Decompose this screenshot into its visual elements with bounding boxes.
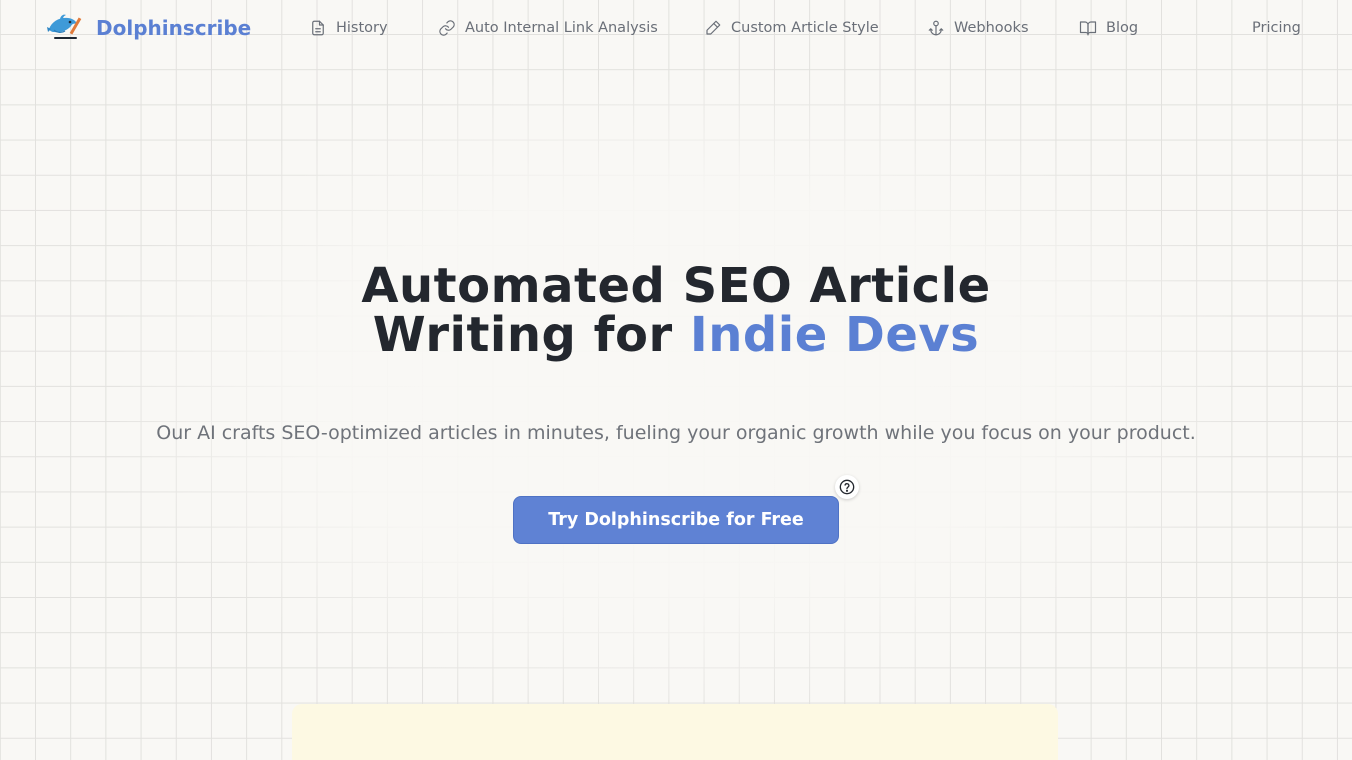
feature-highlight-card bbox=[292, 704, 1058, 760]
hero-background-glow bbox=[120, 80, 1230, 700]
nav-link-label: Auto Internal Link Analysis bbox=[465, 20, 658, 36]
document-icon bbox=[312, 20, 324, 36]
help-button[interactable] bbox=[835, 475, 859, 499]
try-free-button[interactable]: Try Dolphinscribe for Free bbox=[513, 496, 839, 544]
nav-link-history[interactable]: History bbox=[309, 16, 388, 40]
nav-link-label: Webhooks bbox=[954, 20, 1029, 36]
hero-title-line-1: Automated SEO Article bbox=[361, 258, 991, 314]
nav-link-custom-article-style[interactable]: Custom Article Style bbox=[704, 16, 879, 40]
nav-link-blog[interactable]: Blog bbox=[1079, 16, 1138, 40]
question-circle-icon bbox=[839, 479, 855, 495]
brand-name: Dolphinscribe bbox=[96, 16, 252, 40]
nav-link-label: Blog bbox=[1106, 20, 1139, 36]
hero-title-accent: Indie Devs bbox=[689, 307, 980, 363]
pen-icon bbox=[706, 20, 721, 35]
nav-link-pricing[interactable]: Pricing bbox=[1252, 16, 1301, 40]
top-navigation: Dolphinscribe History Auto Internal Link… bbox=[0, 0, 1352, 56]
webhook-icon bbox=[928, 20, 944, 36]
nav-link-auto-internal-link-analysis[interactable]: Auto Internal Link Analysis bbox=[438, 16, 658, 40]
dolphin-logo-icon bbox=[46, 11, 84, 45]
hero-title-line-2-prefix: Writing for bbox=[372, 307, 690, 363]
nav-link-webhooks[interactable]: Webhooks bbox=[927, 16, 1029, 40]
link-icon bbox=[439, 20, 455, 36]
hero-title: Automated SEO Article Writing for Indie … bbox=[0, 262, 1352, 360]
hero-subtitle: Our AI crafts SEO-optimized articles in … bbox=[156, 422, 1196, 444]
nav-link-label: Custom Article Style bbox=[731, 20, 879, 36]
nav-link-label: History bbox=[336, 20, 388, 36]
brand-home-link[interactable]: Dolphinscribe bbox=[46, 10, 251, 46]
book-open-icon bbox=[1079, 21, 1097, 36]
